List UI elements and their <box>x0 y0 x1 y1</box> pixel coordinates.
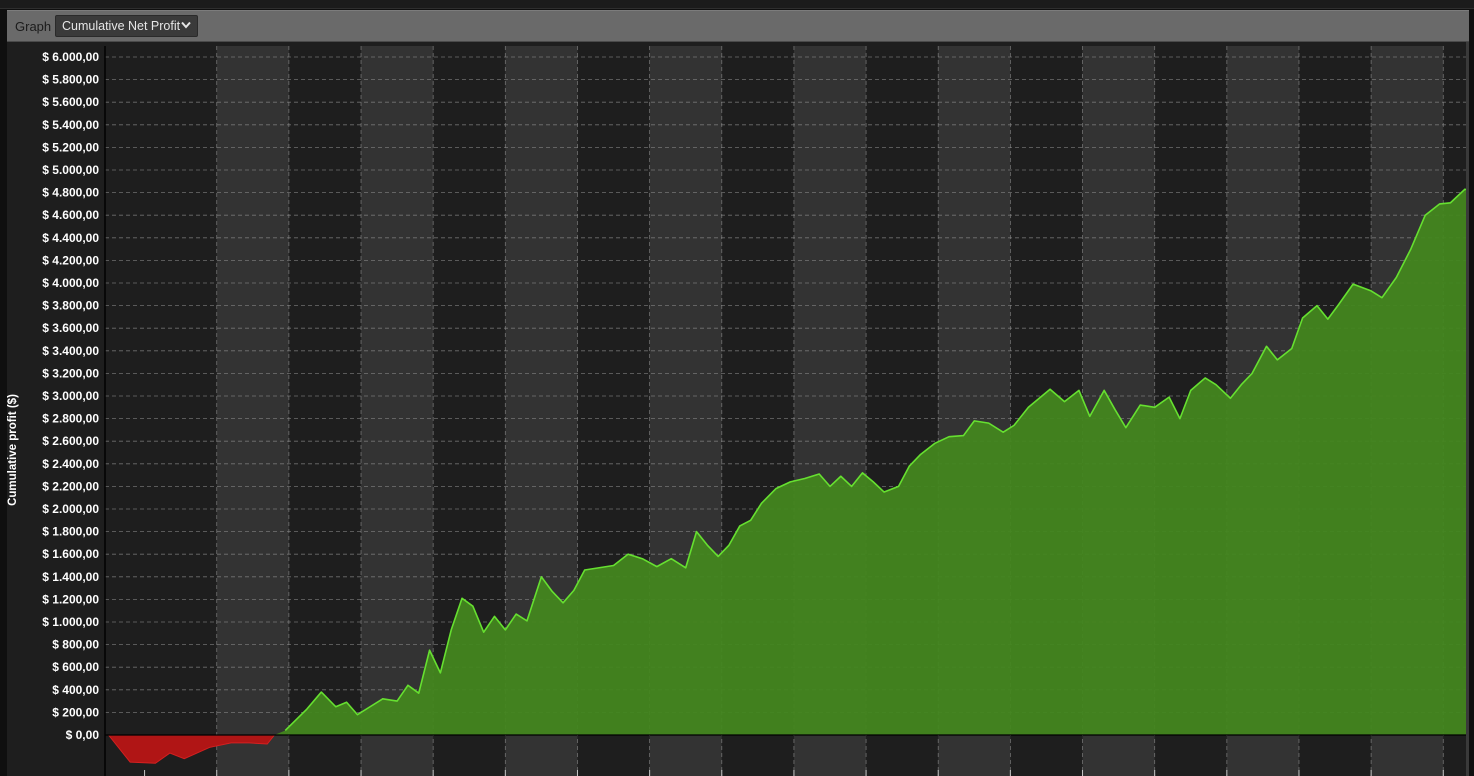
cumulative-profit-chart: $ 0,00 $ 200,00 $ 400,00 $ 600,00 $ 800,00 $ … <box>42 46 1466 776</box>
y-tick-label: $ 1.200,00 <box>42 592 99 606</box>
period-band <box>216 46 289 776</box>
chart-panel: $ 0,00 $ 200,00 $ 400,00 $ 600,00 $ 800,00 $ … <box>7 42 1469 776</box>
y-tick-label: $ 5.400,00 <box>42 118 99 132</box>
y-tick-label: $ 2.800,00 <box>42 412 99 426</box>
y-tick-label: $ 4.800,00 <box>42 186 99 200</box>
graph-type-value: Cumulative Net Profit <box>62 19 181 33</box>
y-tick-label: $ 600,00 <box>52 660 99 674</box>
y-tick-label: $ 3.200,00 <box>42 366 99 380</box>
window-top-strip <box>0 0 1474 9</box>
y-tick-label: $ 2.400,00 <box>42 457 99 471</box>
y-tick-label: $ 5.000,00 <box>42 163 99 177</box>
graph-type-dropdown[interactable]: Cumulative Net Profit <box>55 15 198 37</box>
y-tick-label: $ 4.000,00 <box>42 276 99 290</box>
y-tick-label: $ 1.800,00 <box>42 525 99 539</box>
y-tick-label: $ 200,00 <box>52 705 99 719</box>
y-tick-label: $ 3.800,00 <box>42 299 99 313</box>
y-tick-label: $ 2.200,00 <box>42 479 99 493</box>
y-tick-label: $ 3.600,00 <box>42 321 99 335</box>
y-tick-label: $ 3.000,00 <box>42 389 99 403</box>
y-tick-label: $ 4.200,00 <box>42 253 99 267</box>
period-band <box>361 46 434 776</box>
y-tick-label: $ 1.600,00 <box>42 547 99 561</box>
y-tick-label: $ 2.600,00 <box>42 434 99 448</box>
y-tick-label: $ 0,00 <box>66 728 100 742</box>
y-tick-label: $ 5.600,00 <box>42 95 99 109</box>
y-axis-label: Cumulative profit ($) <box>7 394 19 506</box>
y-tick-label: $ 1.400,00 <box>42 570 99 584</box>
y-tick-label: $ 4.400,00 <box>42 231 99 245</box>
y-tick-label: $ 6.000,00 <box>42 50 99 64</box>
y-tick-label: $ 400,00 <box>52 683 99 697</box>
y-tick-label: $ 5.200,00 <box>42 140 99 154</box>
y-tick-label: $ 800,00 <box>52 638 99 652</box>
chevron-down-icon <box>181 21 191 29</box>
graph-label: Graph <box>15 19 52 34</box>
y-tick-label: $ 1.000,00 <box>42 615 99 629</box>
y-tick-label: $ 5.800,00 <box>42 73 99 87</box>
y-tick-label: $ 3.400,00 <box>42 344 99 358</box>
graph-toolbar: Graph Cumulative Net Profit <box>7 10 1469 42</box>
y-tick-label: $ 2.000,00 <box>42 502 99 516</box>
y-tick-label: $ 4.600,00 <box>42 208 99 222</box>
